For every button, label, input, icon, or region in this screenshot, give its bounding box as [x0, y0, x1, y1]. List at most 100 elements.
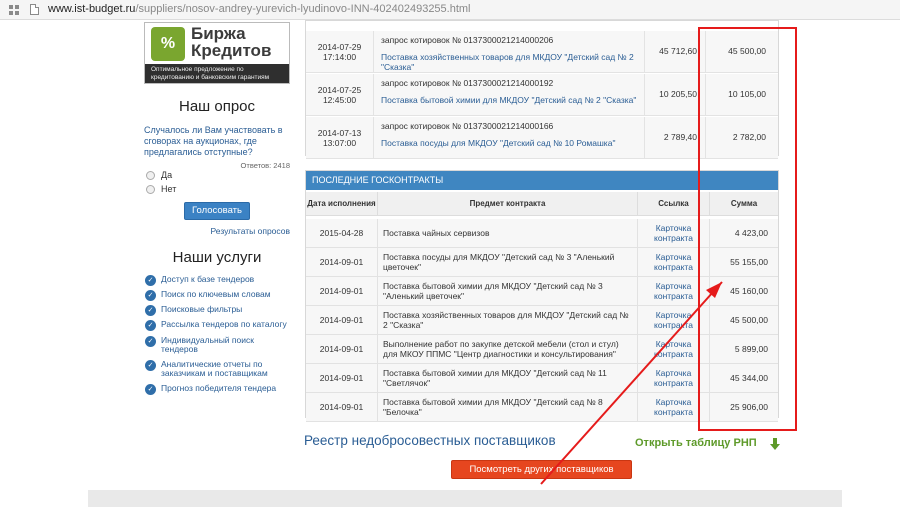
apps-icon[interactable] [9, 5, 19, 15]
more-suppliers-button[interactable]: Посмотреть других поставщиков [451, 460, 632, 479]
contract-sum: 25 906,00 [730, 402, 768, 412]
poll-title: Наш опрос [178, 98, 256, 115]
contract-card-link[interactable]: Карточка контракта [638, 364, 710, 392]
contract-date: 2014-09-01 [306, 306, 378, 334]
poll-question: Случалось ли Вам участвовать в сговорах … [144, 125, 283, 157]
contract-date: 2015-04-28 [306, 219, 378, 247]
table-row: 2014-09-01 Поставка посуды для МКДОУ "Де… [306, 248, 778, 277]
contract-card-link[interactable]: Карточка контракта [638, 335, 710, 363]
contract-sum: 45 500,00 [730, 315, 768, 325]
check-icon: ✓ [145, 305, 156, 316]
service-item[interactable]: ✓ Рассылка тендеров по каталогу [145, 320, 295, 331]
column-header-subject: Предмет контракта [378, 192, 638, 216]
birzha-kreditov-banner[interactable]: % Биржа Кредитов Оптимальное предложение… [144, 22, 290, 84]
tender-start-price: 45 712,60 [646, 31, 706, 72]
contract-card-link[interactable]: Карточка контракта [638, 248, 710, 276]
poll-option-label: Нет [161, 184, 177, 194]
open-rnp-link[interactable]: Открыть таблицу РНП [635, 437, 757, 449]
service-item[interactable]: ✓ Аналитические отчеты по заказчикам и по… [145, 360, 285, 378]
contract-sum: 5 899,00 [734, 344, 768, 354]
radio-icon[interactable] [146, 170, 155, 180]
tender-start-price: 10 205,50 [646, 74, 706, 115]
service-item[interactable]: ✓ Индивидуальный поиск тендеров [145, 336, 285, 354]
contract-sum: 45 160,00 [730, 286, 768, 296]
radio-icon[interactable] [146, 184, 155, 194]
poll-answers-count: Ответов: 2418 [240, 161, 290, 170]
contract-card-link[interactable]: Карточка контракта [638, 393, 710, 421]
contract-subject: Поставка бытовой химии для МКДОУ "Детски… [378, 393, 638, 421]
table-row: 2014-07-29 17:14:00 запрос котировок № 01… [306, 31, 778, 73]
tender-subject: запрос котировок № 0137300021214000166 П… [375, 117, 645, 158]
service-label: Доступ к базе тендеров [161, 274, 255, 284]
check-icon: ✓ [145, 290, 156, 301]
service-item[interactable]: ✓ Доступ к базе тендеров [145, 275, 295, 286]
tender-date: 2014-07-29 17:14:00 [306, 31, 374, 72]
tender-date: 2014-07-13 13:07:00 [306, 117, 374, 158]
url-path: /suppliers/nosov-andrey-yurevich-lyudino… [135, 3, 471, 15]
contract-date: 2014-09-01 [306, 364, 378, 392]
contract-subject: Поставка посуды для МКДОУ "Детский сад №… [378, 248, 638, 276]
address-bar[interactable]: www.ist-budget.ru/suppliers/nosov-andrey… [0, 0, 900, 20]
contract-date: 2014-09-01 [306, 393, 378, 421]
tender-final-price: 2 782,00 [732, 132, 766, 142]
contract-card-link[interactable]: Карточка контракта [638, 277, 710, 305]
tender-subject: запрос котировок № 0137300021214000206 П… [375, 31, 645, 72]
poll-results-link[interactable]: Результаты опросов [180, 226, 290, 236]
tender-kind: запрос котировок № 0137300021214000192 [381, 78, 554, 88]
contract-subject: Поставка бытовой химии для МКДОУ "Детски… [378, 364, 638, 392]
url-text[interactable]: www.ist-budget.ru/suppliers/nosov-andrey… [48, 3, 471, 15]
service-label: Аналитические отчеты по заказчикам и пос… [161, 359, 268, 378]
service-label: Поисковые фильтры [161, 304, 243, 314]
tender-kind: запрос котировок № 0137300021214000206 [381, 35, 554, 45]
service-item[interactable]: ✓ Поиск по ключевым словам [145, 290, 295, 301]
tender-date: 2014-07-25 12:45:00 [306, 74, 374, 115]
contract-sum: 45 344,00 [730, 373, 768, 383]
table-row: 2014-09-01 Поставка бытовой химии для МК… [306, 364, 778, 393]
poll-option-no[interactable]: Нет [146, 183, 176, 195]
contract-sum: 55 155,00 [730, 257, 768, 267]
contract-subject: Выполнение работ по закупке детской мебе… [378, 335, 638, 363]
service-label: Прогноз победителя тендера [161, 383, 277, 393]
poll-option-label: Да [161, 170, 173, 180]
poll-option-yes[interactable]: Да [146, 169, 172, 181]
check-icon: ✓ [145, 275, 156, 286]
service-label: Рассылка тендеров по каталогу [161, 319, 287, 329]
service-label: Поиск по ключевым словам [161, 289, 271, 299]
service-item[interactable]: ✓ Поисковые фильтры [145, 305, 295, 316]
contracts-title: ПОСЛЕДНИЕ ГОСКОНТРАКТЫ [306, 171, 778, 190]
arrow-down-icon[interactable] [768, 437, 782, 451]
tender-link[interactable]: Поставка посуды для МКДОУ "Детский сад №… [381, 138, 638, 148]
table-row: 2014-09-01 Поставка бытовой химии для МК… [306, 277, 778, 306]
services-title: Наши услуги [172, 249, 262, 266]
table-row: 2014-09-01 Выполнение работ по закупке д… [306, 335, 778, 364]
tender-final-price: 45 500,00 [728, 46, 766, 56]
tenders-table: 2014-07-29 17:14:00 запрос котировок № 01… [305, 20, 779, 159]
contract-date: 2014-09-01 [306, 277, 378, 305]
tender-link[interactable]: Поставка хозяйственных товаров для МКДОУ… [381, 52, 638, 72]
footer-strip [88, 490, 842, 507]
vote-button[interactable]: Голосовать [184, 202, 250, 220]
table-row: 2015-04-28 Поставка чайных сервизов Карт… [306, 219, 778, 248]
contract-card-link[interactable]: Карточка контракта [638, 306, 710, 334]
page-icon [30, 4, 39, 15]
contract-subject: Поставка хозяйственных товаров для МКДОУ… [378, 306, 638, 334]
contract-card-link[interactable]: Карточка контракта [638, 219, 710, 247]
contract-subject: Поставка чайных сервизов [378, 219, 638, 247]
table-row: 2014-07-13 13:07:00 запрос котировок № 01… [306, 117, 778, 159]
check-icon: ✓ [145, 320, 156, 331]
tender-kind: запрос котировок № 0137300021214000166 [381, 121, 554, 131]
rnp-title: Реестр недобросовестных поставщиков [304, 433, 556, 448]
tender-link[interactable]: Поставка бытовой химии для МКДОУ "Детски… [381, 95, 638, 105]
tender-final-price: 10 105,00 [728, 89, 766, 99]
contract-date: 2014-09-01 [306, 335, 378, 363]
percent-logo-icon: % [151, 27, 185, 61]
banner-tagline: Оптимальное предложение по кредитованию … [145, 64, 289, 83]
check-icon: ✓ [145, 336, 156, 347]
service-label: Индивидуальный поиск тендеров [161, 335, 254, 354]
column-header-link: Ссылка [638, 192, 710, 216]
table-row: 2014-09-01 Поставка бытовой химии для МК… [306, 393, 778, 422]
check-icon: ✓ [145, 384, 156, 395]
service-item[interactable]: ✓ Прогноз победителя тендера [145, 384, 295, 395]
table-row: 2014-09-01 Поставка хозяйственных товаро… [306, 306, 778, 335]
contract-date: 2014-09-01 [306, 248, 378, 276]
